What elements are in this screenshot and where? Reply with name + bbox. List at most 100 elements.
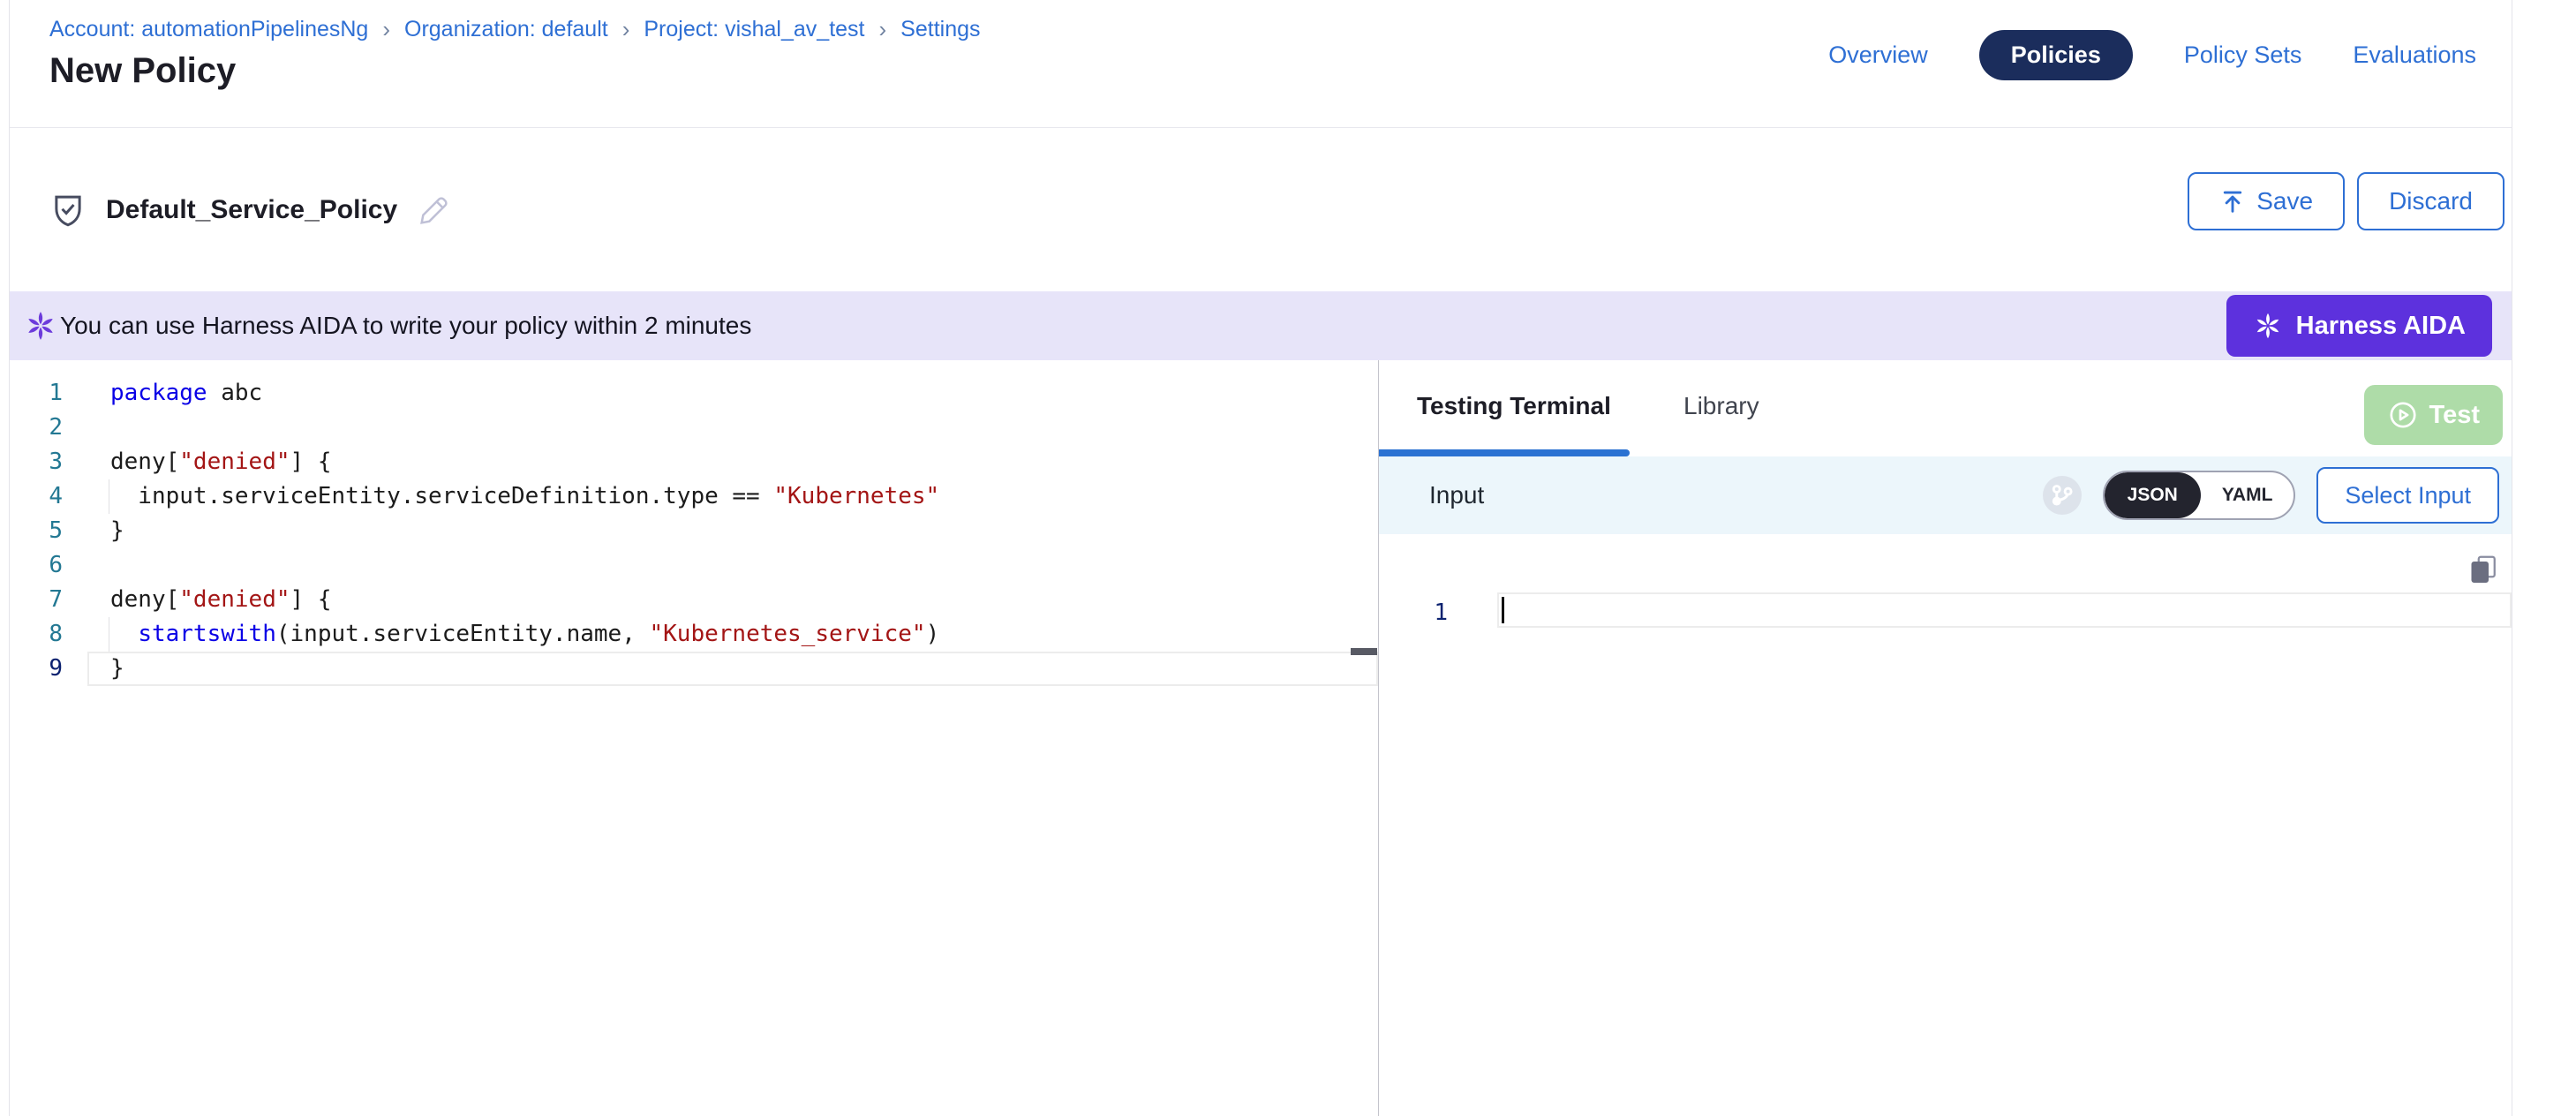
play-circle-icon xyxy=(2387,399,2419,431)
aida-flower-icon xyxy=(24,309,57,343)
shield-check-icon xyxy=(49,192,87,229)
code-lines: 1package abc23deny["denied"] {4 input.se… xyxy=(10,360,1378,686)
code-line[interactable]: 6 xyxy=(10,548,1378,583)
line-number: 7 xyxy=(10,583,63,617)
token-kw: startswith xyxy=(138,621,276,647)
edit-pencil-icon[interactable] xyxy=(417,192,452,228)
breadcrumb-item[interactable]: Project: vishal_av_test xyxy=(644,17,864,42)
breadcrumb-item[interactable]: Settings xyxy=(900,17,980,42)
code-line[interactable]: 4 input.serviceEntity.serviceDefinition.… xyxy=(10,479,1378,514)
format-option-json[interactable]: JSON xyxy=(2105,472,2201,518)
line-number: 3 xyxy=(10,445,63,479)
code-line[interactable]: 2 xyxy=(10,411,1378,445)
nav-tab-evaluations[interactable]: Evaluations xyxy=(2353,41,2476,69)
active-tab-underline xyxy=(1379,449,1630,456)
line-number: 1 xyxy=(10,376,63,411)
input-editor[interactable]: 1 xyxy=(1379,534,2512,1116)
token-kw: package xyxy=(110,380,207,406)
discard-label: Discard xyxy=(2389,187,2473,215)
page-title: New Policy xyxy=(49,51,236,91)
breadcrumb-item[interactable]: Account: automationPipelinesNg xyxy=(49,17,368,42)
code-text: input.serviceEntity.serviceDefinition.ty… xyxy=(63,479,939,514)
code-line[interactable]: 3deny["denied"] { xyxy=(10,445,1378,479)
nav-tabs: Overview Policies Policy Sets Evaluations xyxy=(1828,30,2476,80)
code-text: startswith(input.serviceEntity.name, "Ku… xyxy=(63,617,939,652)
policy-actions: Save Discard xyxy=(2188,172,2504,230)
code-line[interactable]: 5} xyxy=(10,514,1378,548)
input-current-line-highlight xyxy=(1497,592,2512,628)
input-bar: Input xyxy=(1379,456,2512,534)
token-pl: ] { xyxy=(290,449,332,475)
line-number: 9 xyxy=(10,652,63,686)
breadcrumb-item[interactable]: Organization: default xyxy=(404,17,608,42)
policy-code-editor[interactable]: 1package abc23deny["denied"] {4 input.se… xyxy=(10,360,1378,1116)
tab-library[interactable]: Library xyxy=(1683,392,1759,420)
aida-button-label: Harness AIDA xyxy=(2296,312,2466,341)
code-text: deny["denied"] { xyxy=(63,583,331,617)
format-toggle: JSONYAML xyxy=(2103,471,2296,520)
discard-button[interactable]: Discard xyxy=(2357,172,2504,230)
token-str: "Kubernetes_service" xyxy=(650,621,926,647)
nav-tab-overview[interactable]: Overview xyxy=(1828,41,1928,69)
token-pl: ] { xyxy=(290,586,332,613)
line-number: 4 xyxy=(10,479,63,514)
nav-tab-policies[interactable]: Policies xyxy=(1979,30,2133,80)
nav-tab-policy-sets[interactable]: Policy Sets xyxy=(2184,41,2302,69)
overview-ruler-cursor-mark xyxy=(1351,648,1377,655)
token-pl: } xyxy=(110,655,124,682)
harness-aida-button[interactable]: Harness AIDA xyxy=(2226,295,2492,357)
code-line[interactable]: 7deny["denied"] { xyxy=(10,583,1378,617)
aida-flower-icon-white xyxy=(2253,311,2283,341)
policy-name-group: Default_Service_Policy xyxy=(49,128,452,291)
terminal-tabs: Testing Terminal Library Test xyxy=(1379,360,2512,456)
token-str: "denied" xyxy=(179,449,290,475)
code-text xyxy=(63,411,110,445)
content-area: Account: automationPipelinesNg › Organizat… xyxy=(9,0,2512,1116)
input-line-number: 1 xyxy=(1379,596,1448,630)
breadcrumb-separator: › xyxy=(622,16,630,43)
save-label: Save xyxy=(2256,187,2313,215)
tab-testing-terminal[interactable]: Testing Terminal xyxy=(1417,392,1611,420)
input-label: Input xyxy=(1429,481,1484,509)
token-pl xyxy=(110,621,138,647)
format-option-yaml[interactable]: YAML xyxy=(2201,472,2294,518)
line-number: 2 xyxy=(10,411,63,445)
code-text: } xyxy=(63,514,124,548)
token-pl: deny[ xyxy=(110,586,179,613)
code-line[interactable]: 8 startswith(input.serviceEntity.name, "… xyxy=(10,617,1378,652)
header: Account: automationPipelinesNg › Organizat… xyxy=(10,0,2512,128)
token-pl: abc xyxy=(207,380,263,406)
test-button[interactable]: Test xyxy=(2364,385,2503,445)
aida-banner: You can use Harness AIDA to write your p… xyxy=(10,291,2512,360)
token-pl: } xyxy=(110,517,124,544)
input-bar-controls: JSONYAML Select Input xyxy=(2043,456,2499,534)
save-button[interactable]: Save xyxy=(2188,172,2345,230)
breadcrumb-separator: › xyxy=(879,16,887,43)
line-number: 8 xyxy=(10,617,63,652)
policy-name-row: Default_Service_Policy Save xyxy=(10,128,2512,291)
branch-icon[interactable] xyxy=(2043,476,2082,515)
testing-terminal-panel: Testing Terminal Library Test xyxy=(1379,360,2512,1116)
line-number: 6 xyxy=(10,548,63,583)
copy-icon[interactable] xyxy=(2467,552,2503,587)
code-text: } xyxy=(63,652,124,686)
code-text: package abc xyxy=(63,376,262,411)
upload-icon xyxy=(2219,188,2246,215)
line-number: 5 xyxy=(10,514,63,548)
token-pl: input.serviceEntity.serviceDefinition.ty… xyxy=(110,483,773,509)
token-pl: (input.serviceEntity.name, xyxy=(276,621,650,647)
token-pl: ) xyxy=(926,621,940,647)
code-text: deny["denied"] { xyxy=(63,445,331,479)
policy-name: Default_Service_Policy xyxy=(106,195,397,225)
token-str: "Kubernetes" xyxy=(773,483,939,509)
code-line[interactable]: 1package abc xyxy=(10,376,1378,411)
breadcrumb-separator: › xyxy=(382,16,390,43)
page: Account: automationPipelinesNg › Organizat… xyxy=(0,0,2576,1116)
code-line[interactable]: 9} xyxy=(10,652,1378,686)
breadcrumb: Account: automationPipelinesNg › Organizat… xyxy=(49,16,981,43)
select-input-button[interactable]: Select Input xyxy=(2316,467,2499,524)
text-cursor xyxy=(1502,597,1504,623)
test-button-label: Test xyxy=(2429,401,2480,430)
main-split: 1package abc23deny["denied"] {4 input.se… xyxy=(10,360,2512,1116)
token-pl: deny[ xyxy=(110,449,179,475)
